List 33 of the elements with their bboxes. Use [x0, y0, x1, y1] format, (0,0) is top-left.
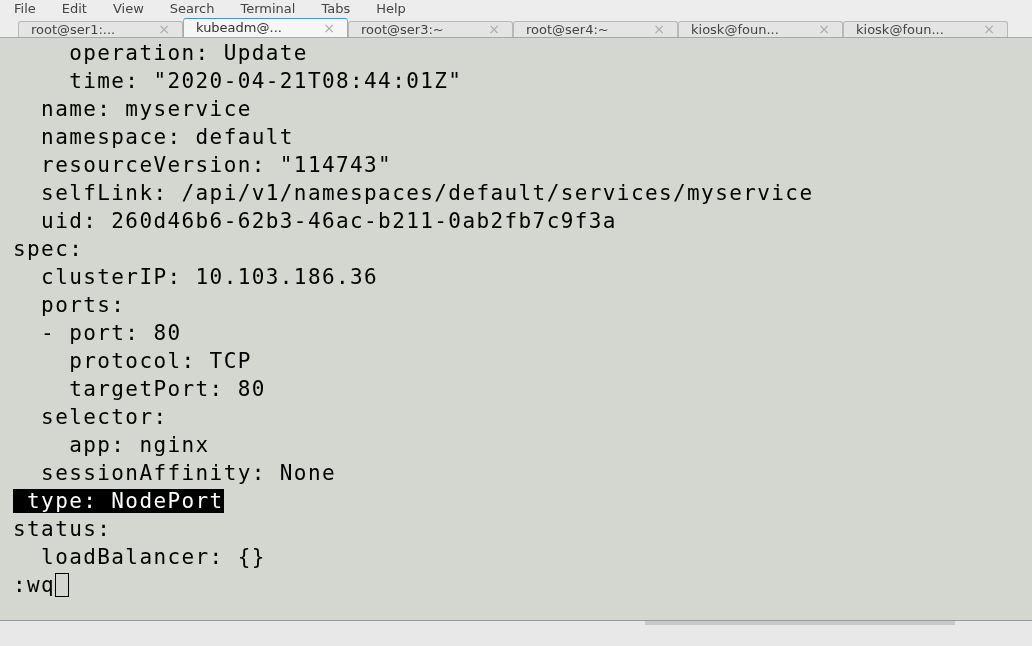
menu-item[interactable]: Edit — [61, 1, 87, 17]
cursor-icon — [55, 573, 70, 597]
menu-item[interactable]: Terminal — [240, 1, 296, 17]
terminal-line: app: nginx — [68, 433, 210, 457]
terminal-line: protocol: TCP — [68, 349, 252, 373]
terminal-tab[interactable]: root@ser1:... × — [18, 21, 183, 37]
terminal-line: selfLink: /api/v1/namespaces/default/services/myservice — [40, 181, 814, 205]
terminal-line: targetPort: 80 — [68, 377, 266, 401]
menu-item[interactable]: Help — [376, 1, 406, 17]
terminal-line: operation: Update — [68, 41, 308, 65]
terminal-line: name: myservice — [40, 97, 252, 121]
terminal-tab[interactable]: kiosk@foun... × — [843, 21, 1008, 37]
terminal-tab[interactable]: kiosk@foun... × — [678, 21, 843, 37]
terminal-line: time: "2020-04-21T08:44:01Z" — [68, 69, 463, 93]
command-line: :wq — [13, 572, 56, 599]
menu-item[interactable]: View — [112, 1, 144, 17]
terminal-line: spec: — [13, 237, 84, 261]
terminal-line: - port: 80 — [40, 321, 182, 345]
terminal-line: uid: 260d46b6-62b3-46ac-b211-0ab2fb7c9f3a — [40, 209, 617, 233]
terminal-line: ports: — [40, 293, 126, 317]
terminal-line: clusterIP: 10.103.186.36 — [40, 265, 379, 289]
menu-item[interactable]: Tabs — [321, 1, 351, 17]
terminal-tab[interactable]: kubeadm@... × — [183, 18, 348, 37]
terminal-tab[interactable]: root@ser4:~ × — [513, 21, 678, 37]
menu-item[interactable]: Search — [169, 1, 215, 17]
terminal-tab[interactable]: root@ser3:~ × — [348, 21, 513, 37]
terminal-line: resourceVersion: "114743" — [40, 153, 393, 177]
terminal-line: loadBalancer: {} — [40, 545, 266, 569]
terminal-line: selector: — [40, 405, 168, 429]
menu-item[interactable]: File — [14, 1, 36, 17]
terminal-line: namespace: default — [40, 125, 294, 149]
terminal-line: status: — [13, 517, 112, 541]
terminal-line: sessionAffinity: None — [40, 461, 336, 485]
